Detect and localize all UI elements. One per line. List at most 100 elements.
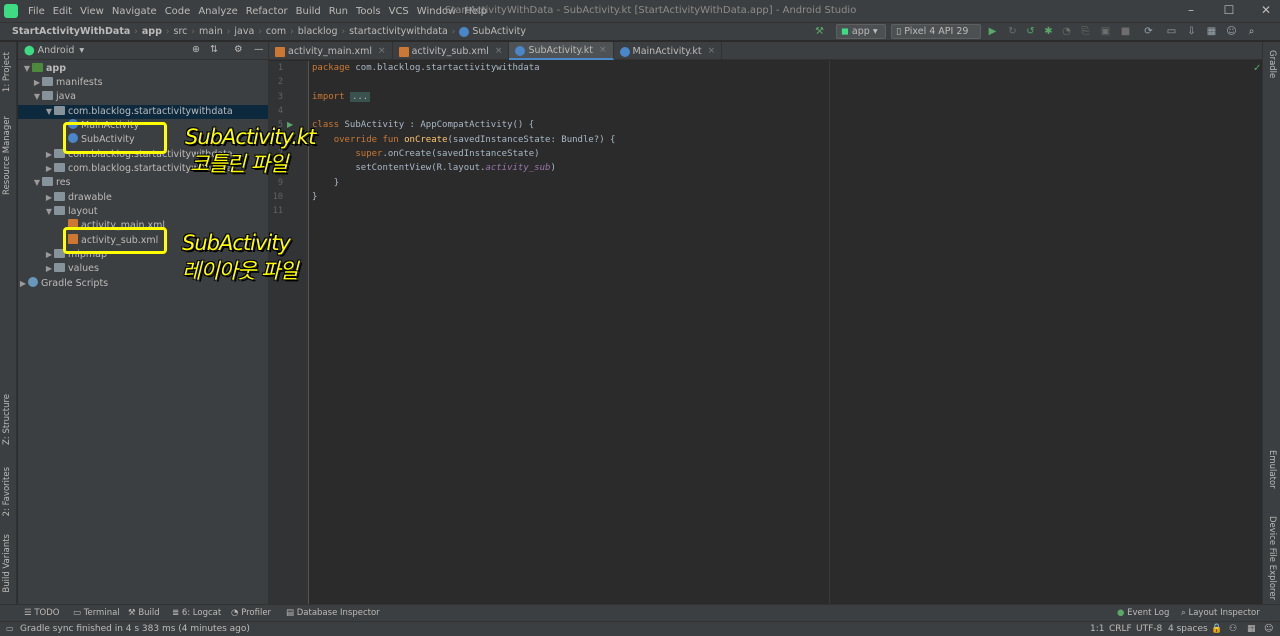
apply-code-changes-icon[interactable]: ↺: [1025, 26, 1036, 37]
highlight-box-activity-sub-xml: [63, 227, 167, 254]
menu-code[interactable]: Code: [161, 6, 195, 17]
indent-setting[interactable]: 4 spaces: [1168, 624, 1208, 634]
tree-item-layout[interactable]: ▼ layout: [18, 205, 268, 219]
status-message[interactable]: Gradle sync finished in 4 s 383 ms (4 mi…: [20, 624, 250, 634]
sdk-manager-icon[interactable]: ⇩: [1186, 26, 1197, 37]
close-tab-icon[interactable]: ×: [599, 45, 607, 55]
menu-tools[interactable]: Tools: [352, 6, 385, 17]
collapse-all-icon[interactable]: ⇅: [210, 44, 218, 55]
menu-run[interactable]: Run: [325, 6, 352, 17]
breadcrumb-blacklog[interactable]: blacklog: [294, 26, 342, 37]
notifications-icon[interactable]: ☺: [1264, 624, 1273, 634]
build-tool[interactable]: ⚒ Build: [128, 608, 160, 618]
tree-item-res[interactable]: ▼ res: [18, 176, 268, 190]
close-tab-icon[interactable]: ×: [708, 46, 716, 56]
profile-icon[interactable]: ◔: [1061, 26, 1072, 37]
tab-project[interactable]: 1: Project: [2, 52, 12, 92]
hammer-icon[interactable]: ⚒: [814, 26, 825, 37]
status-bar: ▭ Gradle sync finished in 4 s 383 ms (4 …: [0, 621, 1280, 636]
breadcrumb-java[interactable]: java: [230, 26, 258, 37]
lock-icon[interactable]: 🔒: [1211, 624, 1222, 634]
breadcrumb-com[interactable]: com: [262, 26, 290, 37]
code-line-10: }: [312, 192, 318, 202]
profiler-tool[interactable]: ◔ Profiler: [231, 608, 271, 618]
left-tool-strip: 1: Project Resource Manager Z: Structure…: [0, 42, 17, 604]
view-mode-select[interactable]: Android: [38, 45, 75, 56]
breadcrumb-file[interactable]: SubActivity: [472, 26, 530, 37]
tab-mainactivity-kt[interactable]: MainActivity.kt ×: [614, 42, 723, 60]
maximize-icon[interactable]: ☐: [1222, 3, 1236, 17]
code-line-7: super.onCreate(savedInstanceState): [355, 149, 540, 159]
code-line-3: import ...: [312, 92, 371, 102]
layout-inspector-icon[interactable]: ▦: [1206, 26, 1217, 37]
apply-changes-icon[interactable]: ↻: [1007, 26, 1018, 37]
code-editor[interactable]: 1 2 3 4 5 6 7 8 9 10 11 ▶ ↑ package com.…: [269, 61, 1262, 604]
tab-activity-main-xml[interactable]: activity_main.xml ×: [269, 42, 393, 60]
memory-icon[interactable]: ▦: [1247, 624, 1256, 634]
breadcrumb-main[interactable]: main: [195, 26, 227, 37]
terminal-tool[interactable]: ▭ Terminal: [73, 608, 120, 618]
breadcrumb-app[interactable]: app: [138, 26, 166, 37]
status-toggle-icon[interactable]: ▭: [6, 624, 14, 633]
tab-resource-manager[interactable]: Resource Manager: [2, 116, 12, 195]
tree-item-java[interactable]: ▼ java: [18, 90, 268, 104]
avd-manager-icon[interactable]: ▭: [1166, 26, 1177, 37]
database-inspector-tool[interactable]: ▤ Database Inspector: [286, 608, 380, 618]
folded-imports[interactable]: ...: [349, 92, 371, 102]
chevron-down-icon[interactable]: ▾: [79, 45, 84, 56]
line-number: 3: [277, 92, 283, 102]
menu-view[interactable]: View: [76, 6, 108, 17]
stop-icon[interactable]: ■: [1120, 26, 1131, 37]
bottom-tool-bar: ☰ TODO ▭ Terminal ⚒ Build ≣ 6: Logcat ◔ …: [0, 604, 1280, 621]
menu-edit[interactable]: Edit: [49, 6, 76, 17]
tab-favorites[interactable]: 2: Favorites: [2, 467, 12, 516]
menu-analyze[interactable]: Analyze: [194, 6, 241, 17]
caret-position[interactable]: 1:1: [1090, 624, 1104, 634]
device-select[interactable]: ▯ Pixel 4 API 29 ▾: [891, 24, 981, 50]
tab-structure[interactable]: Z: Structure: [2, 394, 12, 445]
logcat-tool[interactable]: ≣ 6: Logcat: [172, 608, 221, 618]
close-tab-icon[interactable]: ×: [378, 46, 386, 56]
breadcrumb-project[interactable]: StartActivityWithData: [8, 26, 134, 37]
file-encoding[interactable]: UTF-8: [1136, 624, 1162, 634]
close-icon[interactable]: ✕: [1259, 3, 1273, 17]
menu-build[interactable]: Build: [292, 6, 325, 17]
gear-icon[interactable]: ⚙: [234, 44, 243, 55]
tab-activity-sub-xml[interactable]: activity_sub.xml ×: [393, 42, 510, 60]
sync-gradle-icon[interactable]: ⟳: [1143, 26, 1154, 37]
tab-device-file-explorer[interactable]: Device File Explorer: [1267, 516, 1277, 600]
todo-tool[interactable]: ☰ TODO: [24, 608, 59, 618]
event-log-tool[interactable]: ● Event Log: [1117, 608, 1169, 618]
hide-icon[interactable]: —: [254, 44, 264, 55]
menu-file[interactable]: File: [24, 6, 49, 17]
tree-item-app[interactable]: ▼ app: [18, 62, 268, 76]
close-tab-icon[interactable]: ×: [495, 46, 503, 56]
tab-subactivity-kt[interactable]: SubActivity.kt ×: [509, 42, 614, 60]
coverage-icon[interactable]: ▣: [1100, 26, 1111, 37]
tab-build-variants[interactable]: Build Variants: [2, 534, 12, 593]
line-separator[interactable]: CRLF: [1109, 624, 1132, 634]
tree-item-drawable[interactable]: ▶ drawable: [18, 191, 268, 205]
debug-icon[interactable]: ✱: [1043, 26, 1054, 37]
line-number: 2: [277, 77, 283, 87]
minimize-icon[interactable]: –: [1184, 3, 1198, 17]
tab-emulator[interactable]: Emulator: [1267, 450, 1277, 489]
layout-inspector-tool[interactable]: ⌕ Layout Inspector: [1181, 608, 1260, 618]
breadcrumb-package[interactable]: startactivitywithdata: [345, 26, 452, 37]
search-everywhere-icon[interactable]: ⌕: [1246, 26, 1257, 37]
breadcrumb-src[interactable]: src: [170, 26, 192, 37]
inspection-ok-icon[interactable]: ✓: [1253, 63, 1261, 74]
git-icon[interactable]: ⚇: [1229, 624, 1237, 634]
editor-tab-bar: activity_main.xml × activity_sub.xml × Sub…: [269, 42, 1262, 60]
run-icon[interactable]: ▶: [987, 26, 998, 37]
menu-refactor[interactable]: Refactor: [242, 6, 292, 17]
menu-vcs[interactable]: VCS: [385, 6, 413, 17]
tree-item-package-main[interactable]: ▼ com.blacklog.startactivitywithdata: [18, 105, 268, 119]
menu-navigate[interactable]: Navigate: [108, 6, 161, 17]
tree-item-manifests[interactable]: ▶ manifests: [18, 76, 268, 90]
user-icon[interactable]: ☺: [1226, 26, 1237, 37]
locate-icon[interactable]: ⊕: [192, 44, 200, 55]
run-config-select[interactable]: ◼ app ▾: [836, 24, 886, 39]
attach-debugger-icon[interactable]: ⎘: [1080, 26, 1091, 37]
tab-gradle[interactable]: Gradle: [1267, 50, 1277, 78]
